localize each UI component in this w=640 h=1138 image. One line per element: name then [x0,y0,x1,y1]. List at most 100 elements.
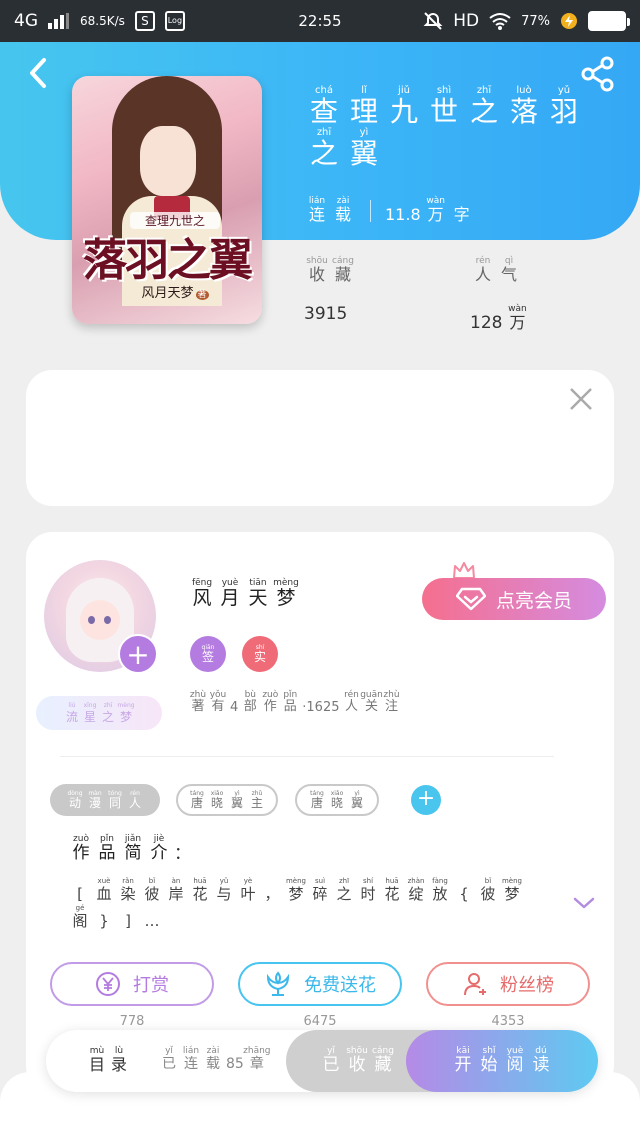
hanzi: 主 [250,795,263,810]
author-stats-mid: bù 部 zuò 作 pǐn 品 [240,690,300,715]
ruby-char: táng 唐 [187,790,207,811]
ruby-char: guān 关 [360,690,383,715]
hanzi: 唐 [190,795,203,810]
hanzi: { [459,885,469,903]
cover-art-face [140,126,196,196]
ruby-char: pǐn 品 [94,834,120,864]
hanzi: 关 [364,699,378,714]
close-icon[interactable] [566,384,596,414]
ruby-char: xīng 星 [81,701,99,725]
ruby-char: lián 连 [180,1046,202,1072]
collected-label: yǐ 已 shōu 收 cáng 藏 [318,1046,396,1076]
tip-count: 778 [119,1014,145,1029]
book-title: chá 查 lǐ 理 jiǔ 九 shì 世 zhī 之 luò 落 yǔ 羽 zhī 之 yì 翼 [304,86,584,170]
hanzi: 品 [98,843,116,863]
hanzi: 羽 [549,95,578,128]
ruby-char: lù 录 [108,1046,130,1074]
send-flower-button[interactable]: 免费送花 [238,962,402,1006]
ruby-char: zhù 注 [382,690,402,715]
hanzi: 翼 [230,795,243,810]
yuan-coin-icon [96,972,120,996]
ruby-char: pǐn 品 [280,690,300,715]
tip-button[interactable]: 打赏 [50,962,214,1006]
ruby-char: fēng 风 [188,578,216,610]
intro-title-text: zuò 作 pǐn 品 jiǎn 简 jiè 介 [68,834,172,864]
ruby-char: shì 世 [424,86,464,128]
hanzi: 翼 [350,795,363,810]
verified-badge: shí 实 [242,636,278,672]
ruby-char: yǒu 有 [208,690,228,715]
ruby-char: jiǔ 九 [384,86,424,128]
favorites-label: shōu 收 cáng 藏 [304,256,356,284]
ruby-char: zhù 著 [188,690,208,715]
hanzi: 已 [322,1055,340,1076]
chevron-down-icon[interactable] [572,894,596,912]
plus-icon[interactable]: + [118,634,158,674]
wifi-icon [489,13,511,30]
ruby-char: bǐ 彼 [140,876,164,903]
fans-count: 4353 [491,1014,525,1029]
avatar-art-eye [88,616,95,624]
ruby-char: } [92,903,116,930]
author-stats-suffix: rén 人 guān 关 zhù 注 [342,690,402,715]
tag-chip[interactable]: dòng 动 màn 漫 tóng 同 rén 人 [50,784,160,816]
ruby-char: huā 花 [380,876,404,903]
ruby-char: àn 岸 [164,876,188,903]
works-count: 4 [230,699,239,715]
ruby-char: yuè 阅 [502,1046,528,1076]
verified-badge-char: 实 [253,649,266,664]
ruby-char: gé 阁 [68,903,92,930]
tag-chip[interactable]: táng 唐 xiǎo 晓 yì 翼 zhǔ 主 [176,784,278,816]
hanzi: 世 [429,95,458,128]
hanzi: 气 [500,265,517,284]
hanzi: 梦 [119,710,132,725]
table-of-contents-button[interactable]: mù 目 lù 录 [86,1046,130,1074]
ruby-char: lǐ 理 [344,86,384,128]
ruby-char: mèng 梦 [284,876,308,903]
chapter-count-prefix: yǐ 已 lián 连 zài 载 [158,1046,224,1072]
vip-button[interactable]: 点亮会员 [422,578,606,620]
hanzi: 花 [384,885,400,903]
status-divider [370,200,371,223]
fans-ranking-button[interactable]: 粉丝榜 [426,962,590,1006]
book-cover[interactable]: 查理九世之 落羽之翼 风月天梦著 [72,76,262,324]
add-tag-icon[interactable]: + [411,785,441,815]
crown-icon [453,562,475,579]
ruby-char: … [140,903,164,930]
ruby-char: chá 查 [304,86,344,128]
hanzi: 翼 [349,137,378,171]
intro-title: zuò 作 pǐn 品 jiǎn 简 jiè 介 ： [68,834,192,864]
ruby-char: mèng 梦 [272,578,300,610]
hanzi: 简 [124,843,142,863]
hanzi: 血 [96,885,112,903]
ruby-char: zuò 作 [260,690,280,715]
divider [60,756,554,757]
ruby-char: rén 人 [125,790,145,811]
hd-label: HD [453,11,480,31]
hanzi: 开 [454,1055,472,1076]
ruby-char: rén 人 [470,256,496,284]
ruby-char: dú 读 [528,1046,554,1076]
hanzi: 落 [509,95,538,128]
ruby-char: zhǔ 主 [247,790,267,811]
hanzi: 星 [83,710,96,725]
mute-icon [423,12,443,30]
hanzi: … [144,912,160,931]
hanzi: 梦 [276,587,296,609]
popularity-value: 128 [470,312,503,333]
tag-chip[interactable]: táng 唐 xiǎo 晓 yì 翼 [295,784,379,816]
author-name[interactable]: fēng 风 yuè 月 tiān 天 mèng 梦 [188,578,300,610]
start-reading-button[interactable]: kāi 开 shǐ 始 yuè 阅 dú 读 [406,1030,598,1092]
ruby-char: rǎn 染 [116,876,140,903]
ruby-char: zhàn 绽 [404,876,428,903]
tag-label: táng 唐 xiǎo 晓 yì 翼 [307,790,367,811]
share-icon[interactable] [580,56,616,92]
hanzi: 岸 [168,885,184,903]
popularity-unit-char: 万 [509,313,526,333]
ad-card[interactable] [26,370,614,506]
back-arrow-icon[interactable] [24,56,54,90]
followers-count: ·1625 [302,699,340,715]
ruby-char: yǐ 已 [158,1046,180,1072]
hanzi: 藏 [374,1055,392,1076]
avatar-art-eye [104,616,111,624]
